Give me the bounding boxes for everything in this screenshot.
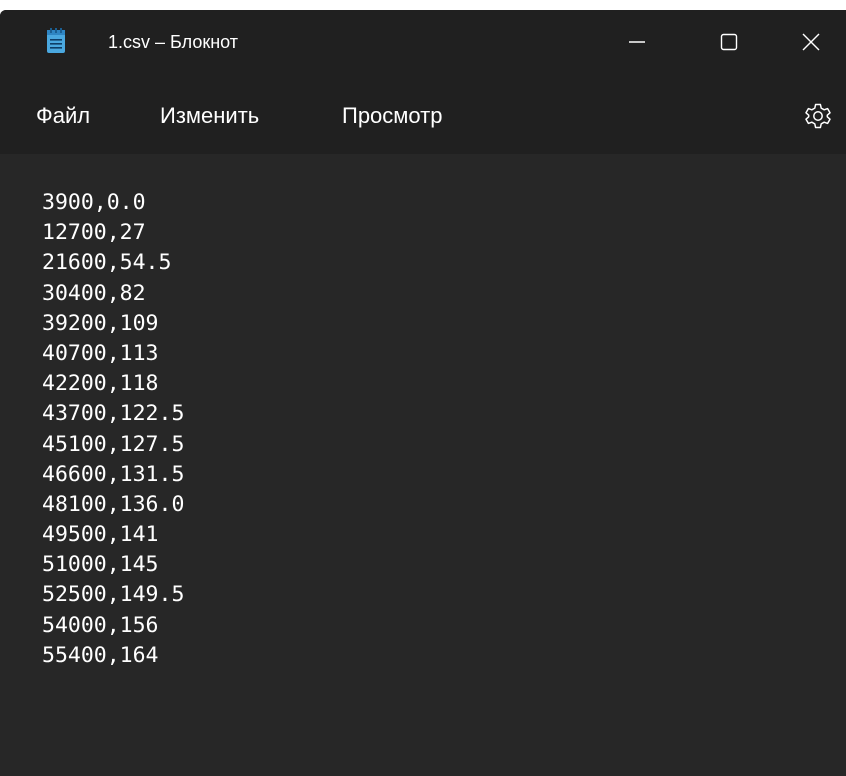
maximize-button[interactable]: [683, 10, 775, 74]
text-line: 21600,54.5: [42, 250, 172, 276]
minimize-button[interactable]: [591, 10, 683, 74]
text-line: 42200,118: [42, 371, 159, 397]
text-line: 12700,27: [42, 220, 146, 246]
menu-file[interactable]: Файл: [36, 102, 90, 130]
text-line: 39200,109: [42, 310, 159, 336]
text-line: 30400,82: [42, 280, 146, 306]
text-line: 55400,164: [42, 642, 159, 668]
text-line: 45100,127.5: [42, 431, 185, 457]
text-line: 48100,136.0: [42, 491, 185, 517]
close-button[interactable]: [775, 10, 846, 74]
text-editor[interactable]: 3900,0.0 12700,27 21600,54.5 30400,82 39…: [0, 154, 846, 776]
close-icon: [802, 33, 819, 51]
notepad-icon: [47, 28, 65, 53]
text-line: 3900,0.0: [42, 190, 146, 215]
gear-icon[interactable]: [803, 101, 833, 131]
text-line: 52500,149.5: [42, 582, 185, 608]
text-line: 43700,122.5: [42, 401, 185, 427]
menu-view[interactable]: Просмотр: [342, 102, 442, 130]
text-line: 46600,131.5: [42, 461, 185, 487]
minimize-icon: [629, 41, 645, 43]
menu-edit[interactable]: Изменить: [160, 102, 259, 130]
text-line: 54000,156: [42, 612, 159, 638]
menu-bar: Файл Изменить Просмотр: [0, 74, 846, 154]
text-line: 49500,141: [42, 522, 159, 548]
text-content: 3900,0.0 12700,27 21600,54.5 30400,82 39…: [42, 188, 184, 671]
title-bar[interactable]: 1.csv – Блокнот: [0, 10, 846, 74]
text-line: 40700,113: [42, 340, 159, 366]
maximize-icon: [720, 33, 738, 51]
notepad-window: 1.csv – Блокнот Файл Изменить Просмотр 3…: [0, 10, 846, 776]
window-title: 1.csv – Блокнот: [108, 32, 239, 52]
text-line: 51000,145: [42, 552, 159, 578]
